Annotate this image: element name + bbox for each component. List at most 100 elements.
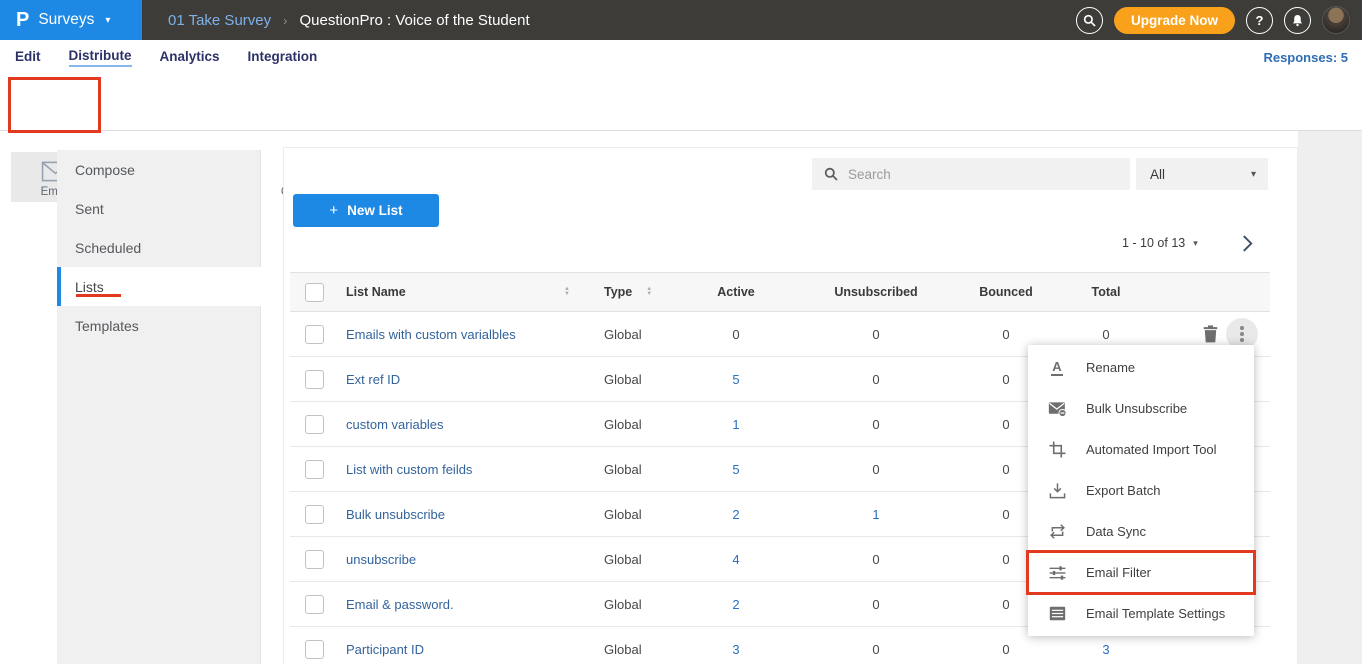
sidebar-item-sent[interactable]: Sent <box>57 189 261 228</box>
menu-item-email-template-settings[interactable]: Email Template Settings <box>1028 593 1254 634</box>
sidebar-item-templates[interactable]: Templates <box>57 306 261 345</box>
questionpro-logo-icon: P <box>16 10 29 30</box>
unsubscribed-count: 0 <box>872 417 879 432</box>
list-name-link[interactable]: Ext ref ID <box>346 372 400 387</box>
active-count[interactable]: 3 <box>732 642 739 657</box>
search-icon <box>824 167 838 181</box>
list-type: Global <box>576 447 671 492</box>
menu-item-data-sync[interactable]: Data Sync <box>1028 511 1254 552</box>
column-type: Type <box>604 285 632 299</box>
user-avatar[interactable] <box>1322 6 1350 34</box>
row-checkbox[interactable] <box>305 460 324 479</box>
tab-integration[interactable]: Integration <box>248 49 318 66</box>
top-actions: Upgrade Now ? <box>1076 0 1350 40</box>
active-count[interactable]: 5 <box>732 372 739 387</box>
total-count[interactable]: 3 <box>1102 642 1109 657</box>
list-name-link[interactable]: unsubscribe <box>346 552 416 567</box>
list-type: Global <box>576 357 671 402</box>
tab-edit[interactable]: Edit <box>15 49 41 66</box>
unsubscribed-count[interactable]: 1 <box>872 507 879 522</box>
list-name-link[interactable]: Email & password. <box>346 597 454 612</box>
bounced-count: 0 <box>1002 327 1009 342</box>
sort-type-icon[interactable]: ▲▼ <box>646 287 652 297</box>
rename-icon: A <box>1047 360 1067 376</box>
list-name-link[interactable]: custom variables <box>346 417 444 432</box>
column-active: Active <box>671 273 801 312</box>
row-checkbox[interactable] <box>305 595 324 614</box>
annotation-underline-lists <box>76 294 121 297</box>
delete-list-button[interactable] <box>1203 325 1218 343</box>
row-checkbox[interactable] <box>305 415 324 434</box>
list-type: Global <box>576 402 671 447</box>
list-name-link[interactable]: List with custom feilds <box>346 462 472 477</box>
menu-item-automated-import-tool[interactable]: Automated Import Tool <box>1028 429 1254 470</box>
row-checkbox[interactable] <box>305 370 324 389</box>
menu-item-bulk-unsubscribe[interactable]: Bulk Unsubscribe <box>1028 388 1254 429</box>
unsubscribed-count: 0 <box>872 552 879 567</box>
pagination-range-dropdown[interactable]: 1 - 10 of 13 ▾ <box>1122 236 1198 250</box>
unsubscribed-count: 0 <box>872 597 879 612</box>
table-header-row: List Name▲▼ Type▲▼ Active Unsubscribed B… <box>290 273 1270 312</box>
column-total: Total <box>1061 273 1151 312</box>
unsubscribed-count: 0 <box>872 642 879 657</box>
pagination-next-button[interactable] <box>1238 233 1256 253</box>
questionpro-distribute-screen: P Surveys ▾ 01 Take Survey › QuestionPro… <box>0 0 1362 664</box>
active-count: 0 <box>732 327 739 342</box>
row-context-menu: A Rename Bulk Unsubscribe Automated Impo… <box>1028 345 1254 636</box>
top-bar: P Surveys ▾ 01 Take Survey › QuestionPro… <box>0 0 1362 40</box>
caret-down-icon: ▾ <box>105 15 110 26</box>
list-type: Global <box>576 627 671 664</box>
new-list-button[interactable]: + New List <box>293 194 439 227</box>
sidebar-item-lists[interactable]: Lists <box>57 267 261 306</box>
row-checkbox[interactable] <box>305 325 324 344</box>
list-type: Global <box>576 312 671 357</box>
breadcrumb-survey-link[interactable]: 01 Take Survey <box>168 12 271 29</box>
active-count[interactable]: 5 <box>732 462 739 477</box>
active-count[interactable]: 4 <box>732 552 739 567</box>
tab-analytics[interactable]: Analytics <box>160 49 220 66</box>
email-sidebar: Compose Sent Scheduled Lists Templates <box>57 150 261 664</box>
bounced-count: 0 <box>1002 462 1009 477</box>
plus-icon: + <box>329 202 338 219</box>
responses-count: Responses: 5 <box>1263 40 1348 74</box>
total-count: 0 <box>1102 327 1109 342</box>
bounced-count: 0 <box>1002 552 1009 567</box>
search-button[interactable] <box>1076 7 1103 34</box>
sort-list-name-icon[interactable]: ▲▼ <box>564 287 570 297</box>
list-filter-dropdown[interactable]: All ▾ <box>1136 158 1268 190</box>
notifications-button[interactable] <box>1284 7 1311 34</box>
list-name-link[interactable]: Emails with custom varialbles <box>346 327 516 342</box>
surveys-product-menu[interactable]: P Surveys ▾ <box>0 0 142 40</box>
active-count[interactable]: 2 <box>732 507 739 522</box>
row-checkbox[interactable] <box>305 640 324 659</box>
bounced-count: 0 <box>1002 507 1009 522</box>
breadcrumb: 01 Take Survey › QuestionPro : Voice of … <box>168 0 530 40</box>
email-filter-icon <box>1047 566 1067 580</box>
list-name-link[interactable]: Participant ID <box>346 642 424 657</box>
search-icon <box>1083 14 1096 27</box>
sidebar-item-compose[interactable]: Compose <box>57 150 261 189</box>
bell-icon <box>1291 14 1304 27</box>
list-type: Global <box>576 582 671 627</box>
menu-item-export-batch[interactable]: Export Batch <box>1028 470 1254 511</box>
survey-nav: Edit Distribute Analytics Integration Re… <box>0 40 1362 74</box>
menu-item-email-filter[interactable]: Email Filter <box>1028 552 1254 593</box>
menu-item-rename[interactable]: A Rename <box>1028 347 1254 388</box>
trash-icon <box>1203 325 1218 343</box>
row-checkbox[interactable] <box>305 550 324 569</box>
list-name-link[interactable]: Bulk unsubscribe <box>346 507 445 522</box>
unsubscribed-count: 0 <box>872 462 879 477</box>
page-background-strip <box>1298 131 1362 664</box>
active-count[interactable]: 1 <box>732 417 739 432</box>
help-button[interactable]: ? <box>1246 7 1273 34</box>
tab-distribute[interactable]: Distribute <box>69 48 132 67</box>
sidebar-item-scheduled[interactable]: Scheduled <box>57 228 261 267</box>
list-search-input[interactable] <box>848 167 1130 182</box>
select-all-checkbox[interactable] <box>305 283 324 302</box>
active-count[interactable]: 2 <box>732 597 739 612</box>
automated-import-icon <box>1047 441 1067 458</box>
data-sync-icon <box>1047 524 1067 539</box>
row-checkbox[interactable] <box>305 505 324 524</box>
upgrade-now-button[interactable]: Upgrade Now <box>1114 7 1235 34</box>
column-list-name: List Name <box>346 285 406 299</box>
